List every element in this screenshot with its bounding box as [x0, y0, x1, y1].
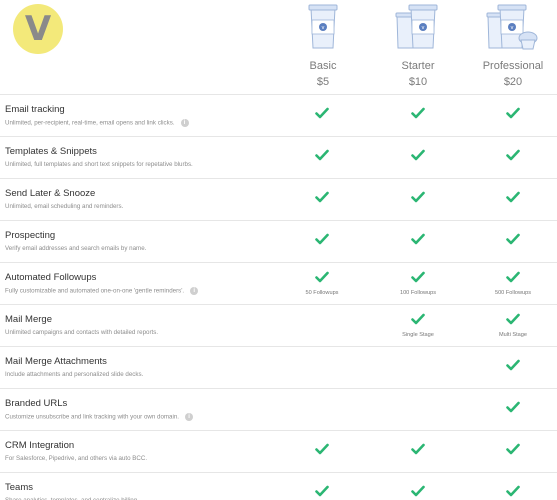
plan-cell [383, 473, 453, 500]
feature-title: Send Later & Snooze [5, 188, 96, 199]
feature-description: Unlimited campaigns and contacts with de… [5, 329, 158, 336]
feature-description-text: Unlimited campaigns and contacts with de… [5, 329, 159, 336]
feature-title: CRM Integration [5, 440, 75, 451]
feature-description: Unlimited, email scheduling and reminder… [5, 203, 123, 210]
feature-row: Send Later & Snooze Unlimited, email sche… [0, 178, 557, 220]
feature-description-text: Unlimited, full templates and short text… [5, 161, 193, 168]
plan-price: $5 [316, 76, 330, 88]
plan-cell [287, 221, 357, 263]
plan-cell [383, 347, 453, 389]
cups-and-muffin-icon: v [468, 0, 557, 52]
info-icon[interactable]: i [180, 119, 189, 127]
feature-table: Email tracking Unlimited, per-recipient, … [0, 94, 557, 500]
plan-name: Starter [401, 60, 435, 72]
feature-description-text: Verify email addresses and search emails… [5, 245, 147, 252]
plan-cell [383, 221, 453, 263]
svg-text:v: v [322, 25, 325, 31]
feature-description-text: Fully customizable and automated one-on-… [5, 287, 185, 295]
feature-row: CRM Integration For Salesforce, Pipedrive… [0, 430, 557, 472]
svg-text:v: v [422, 25, 425, 31]
feature-title: Templates & Snippets [5, 146, 97, 157]
feature-row: TeamsShare analytics, templates, and cen… [0, 472, 557, 500]
feature-description: Include attachments and personalized sli… [5, 371, 143, 378]
feature-title: Email tracking [5, 104, 65, 115]
feature-description: Unlimited, full templates and short text… [5, 161, 193, 168]
info-icon[interactable]: i [190, 287, 199, 295]
plan-cell [478, 347, 548, 389]
svg-text:v: v [511, 25, 514, 31]
plan-cell [383, 179, 453, 221]
plan-cell [478, 95, 548, 137]
plan-price: $20 [503, 76, 523, 88]
logo-letter: V [24, 9, 52, 49]
plan-cell-note: 500 Followups [494, 290, 532, 296]
feature-row: Branded URLs Customize unsubscribe and li… [0, 388, 557, 430]
plan-cell [478, 431, 548, 473]
feature-title: Prospecting [5, 230, 56, 241]
feature-description-text: Customize unsubscribe and link tracking … [5, 413, 180, 421]
feature-row: Mail Merge Attachments Include attachment… [0, 346, 557, 388]
feature-description: For Salesforce, Pipedrive, and others vi… [5, 455, 147, 462]
plan-cell [383, 137, 453, 179]
plan-professional: v Professional $20 [468, 0, 557, 88]
info-icon[interactable]: i [185, 413, 194, 421]
plan-cell [478, 137, 548, 179]
feature-row: Automated Followups Fully customizable an… [0, 262, 557, 304]
feature-description-text: For Salesforce, Pipedrive, and others vi… [5, 455, 148, 462]
plan-cell [287, 389, 357, 431]
feature-row: Mail Merge Unlimited campaigns and contac… [0, 304, 557, 346]
plan-name: Basic [309, 60, 337, 72]
plan-cell [287, 179, 357, 221]
plan-cell: 50 Followups [287, 263, 357, 305]
plan-cell-note: Single Stage [402, 332, 434, 338]
feature-description-text: Unlimited, per-recipient, real-time, ema… [5, 119, 175, 127]
plan-cell: 100 Followups [383, 263, 453, 305]
plan-cell [478, 473, 548, 500]
plan-cell-note: 50 Followups [305, 290, 339, 296]
double-cup-icon: v [373, 0, 463, 52]
plan-cell [478, 221, 548, 263]
plan-cell: Multi Stage [478, 305, 548, 347]
plan-starter: v Starter $10 [373, 0, 463, 88]
feature-row: Templates & Snippets Unlimited, full temp… [0, 136, 557, 178]
plan-cell-note: 100 Followups [399, 290, 437, 296]
plan-cell: Single Stage [383, 305, 453, 347]
feature-description: Verify email addresses and search emails… [5, 245, 146, 252]
feature-description-text: Unlimited, email scheduling and reminder… [5, 203, 124, 210]
plan-cell [287, 431, 357, 473]
feature-title: Automated Followups [5, 272, 97, 283]
plan-cell [478, 179, 548, 221]
plan-cell [287, 473, 357, 500]
single-cup-icon: v [278, 0, 368, 52]
app-logo: V [13, 4, 63, 54]
plan-basic: v Basic $5 [278, 0, 368, 88]
feature-title: Mail Merge Attachments [5, 356, 107, 367]
plan-cell [287, 95, 357, 137]
feature-row: Prospecting Verify email addresses and se… [0, 220, 557, 262]
plan-cell [383, 389, 453, 431]
plan-cell [287, 137, 357, 179]
feature-description: Unlimited, per-recipient, real-time, ema… [5, 119, 189, 127]
feature-title: Teams [5, 482, 33, 493]
plan-cell [287, 347, 357, 389]
plan-cell-note: Multi Stage [499, 332, 527, 338]
feature-row: Email tracking Unlimited, per-recipient, … [0, 94, 557, 136]
feature-description: Fully customizable and automated one-on-… [5, 287, 199, 295]
plan-cell: 500 Followups [478, 263, 548, 305]
feature-title: Mail Merge [5, 314, 52, 325]
plan-price: $10 [408, 76, 428, 88]
plan-cell [287, 305, 357, 347]
plan-cell [383, 95, 453, 137]
feature-title: Branded URLs [5, 398, 68, 409]
plan-name: Professional [482, 60, 544, 72]
feature-description-text: Include attachments and personalized sli… [5, 371, 144, 378]
feature-description: Customize unsubscribe and link tracking … [5, 413, 194, 421]
plan-cell [383, 431, 453, 473]
plan-cell [478, 389, 548, 431]
